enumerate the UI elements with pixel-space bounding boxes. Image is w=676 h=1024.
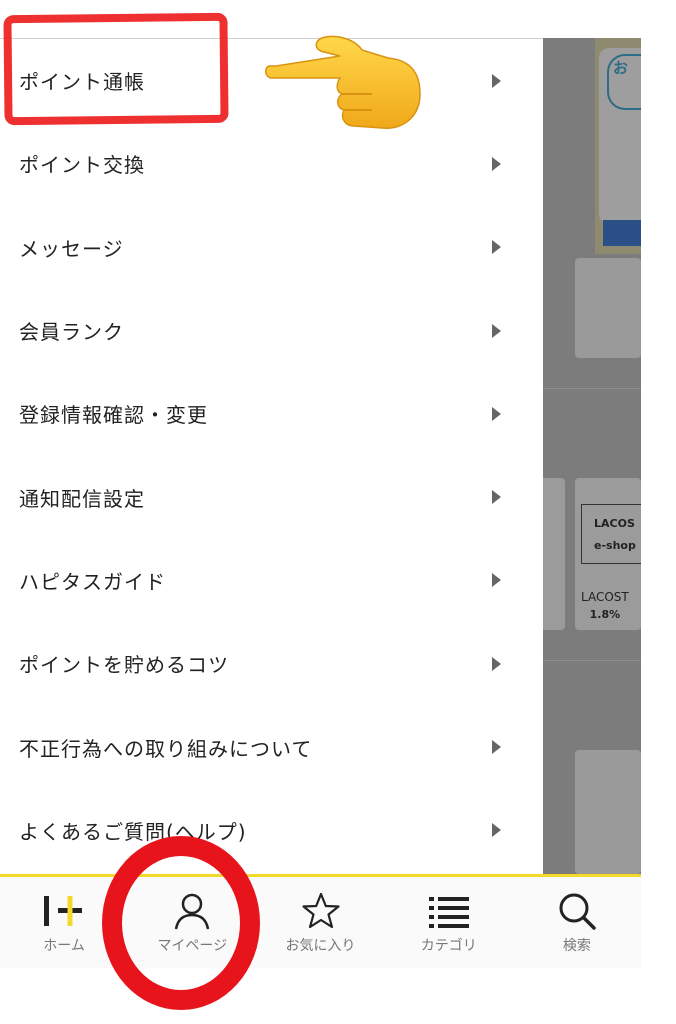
menu-item-saving-tips[interactable]: ポイントを貯めるコツ	[0, 622, 543, 705]
highlight-circle-annotation	[102, 836, 260, 1010]
background-divider	[543, 388, 641, 389]
background-banner-bar	[603, 220, 641, 246]
chevron-right-icon	[492, 323, 501, 338]
background-banner-badge: お	[607, 54, 641, 110]
background-shop-logo-sub: e-shop	[594, 539, 636, 552]
menu-item-label: 会員ランク	[19, 320, 124, 345]
menu-item-faq[interactable]: よくあるご質問(ヘルプ)	[0, 789, 543, 872]
side-drawer-menu: ポイント通帳 ポイント交換 メッセージ 会員ランク 登録情報確認・変更 通知配信…	[0, 38, 543, 874]
chevron-right-icon	[492, 156, 501, 171]
search-icon	[557, 889, 597, 933]
menu-item-label: ポイント交換	[19, 153, 145, 178]
menu-item-label: 不正行為への取り組みについて	[19, 736, 313, 761]
highlight-rectangle-annotation	[3, 12, 229, 126]
tab-category[interactable]: カテゴリ	[385, 877, 513, 968]
pointing-hand-icon	[265, 35, 421, 129]
chevron-right-icon	[492, 406, 501, 421]
tab-label: ホーム	[43, 938, 85, 954]
menu-item-label: メッセージ	[19, 236, 124, 261]
background-card	[575, 258, 641, 358]
menu-item-fraud-policy[interactable]: 不正行為への取り組みについて	[0, 705, 543, 788]
background-shop-logo: LACOS e-shop	[581, 504, 641, 564]
tab-label: カテゴリ	[420, 938, 477, 954]
app-screen: お LACOS e-shop LACOST 1.8% ポイント通帳 ポイント交換…	[0, 0, 641, 968]
chevron-right-icon	[492, 656, 501, 671]
menu-item-notification-settings[interactable]: 通知配信設定	[0, 455, 543, 538]
background-shop-caption: LACOST 1.8%	[581, 588, 629, 624]
chevron-right-icon	[492, 240, 501, 255]
tab-label: 検索	[562, 938, 591, 954]
menu-item-label: 登録情報確認・変更	[19, 403, 208, 428]
menu-item-messages[interactable]: メッセージ	[0, 206, 543, 289]
menu-item-label: よくあるご質問(ヘルプ)	[19, 819, 247, 844]
menu-item-label: ポイントを貯めるコツ	[19, 653, 229, 678]
menu-item-label: ハピタスガイド	[19, 569, 166, 594]
background-shop-card	[543, 478, 565, 630]
chevron-right-icon	[492, 490, 501, 505]
chevron-right-icon	[492, 740, 501, 755]
background-page-overlay[interactable]: お LACOS e-shop LACOST 1.8%	[543, 38, 641, 874]
chevron-right-icon	[492, 823, 501, 838]
star-icon	[301, 889, 341, 933]
menu-item-label: 通知配信設定	[19, 486, 145, 511]
list-icon	[427, 889, 471, 933]
background-card	[575, 750, 641, 874]
background-divider	[543, 660, 641, 661]
menu-item-account-settings[interactable]: 登録情報確認・変更	[0, 372, 543, 455]
menu-item-guide[interactable]: ハピタスガイド	[0, 539, 543, 622]
chevron-right-icon	[492, 573, 501, 588]
tab-favorites[interactable]: お気に入り	[256, 877, 384, 968]
bottom-tab-bar: ホーム マイページ お気に入り カテゴリ 検索	[0, 874, 641, 968]
tab-label: お気に入り	[285, 938, 356, 954]
background-shop-logo-text: LACOS	[594, 517, 635, 530]
menu-item-member-rank[interactable]: 会員ランク	[0, 289, 543, 372]
background-shop-name: LACOST	[581, 590, 629, 604]
background-shop-rate: 1.8%	[589, 608, 621, 621]
chevron-right-icon	[492, 73, 501, 88]
tab-search[interactable]: 検索	[513, 877, 641, 968]
home-logo-icon	[42, 889, 86, 933]
